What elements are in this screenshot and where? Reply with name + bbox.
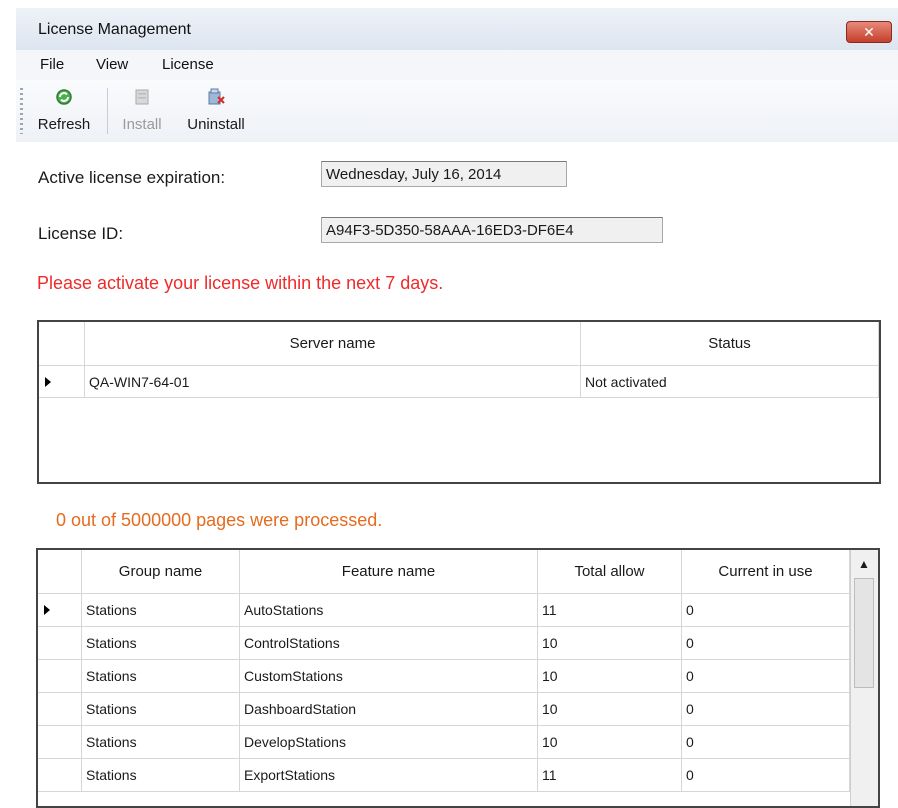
row-selector[interactable]	[38, 627, 82, 660]
group-name-column-header[interactable]: Group name	[82, 550, 240, 594]
feature-name-column-header[interactable]: Feature name	[240, 550, 538, 594]
group-name-cell[interactable]: Stations	[82, 627, 240, 660]
current-row-arrow-icon	[44, 605, 50, 615]
feature-name-cell[interactable]: DevelopStations	[240, 726, 538, 759]
expiration-field: Wednesday, July 16, 2014	[321, 161, 567, 187]
toolbar-grip[interactable]	[20, 88, 23, 134]
feature-name-cell[interactable]: CustomStations	[240, 660, 538, 693]
group-name-cell[interactable]: Stations	[82, 594, 240, 627]
status-column-header[interactable]: Status	[581, 322, 879, 366]
install-label: Install	[122, 116, 162, 133]
server-grid-corner	[39, 322, 85, 366]
group-name-cell[interactable]: Stations	[82, 660, 240, 693]
total-allow-column-header[interactable]: Total allow	[538, 550, 682, 594]
row-selector[interactable]	[38, 693, 82, 726]
window-title: License Management	[38, 21, 191, 38]
group-name-cell[interactable]: Stations	[82, 693, 240, 726]
total-allow-cell[interactable]: 11	[538, 594, 682, 627]
menu-bar: File View License	[16, 50, 898, 80]
close-button[interactable]: ✕	[846, 21, 892, 43]
menu-view[interactable]: View	[96, 56, 128, 73]
refresh-label: Refresh	[37, 116, 91, 133]
refresh-button[interactable]: Refresh	[32, 84, 96, 138]
license-management-window: License Management ✕ File View License R…	[0, 0, 898, 808]
feature-name-cell[interactable]: ControlStations	[240, 627, 538, 660]
current-in-use-cell[interactable]: 0	[682, 693, 850, 726]
current-in-use-cell[interactable]: 0	[682, 627, 850, 660]
close-icon: ✕	[863, 24, 875, 40]
current-row-arrow-icon	[45, 377, 51, 387]
current-in-use-cell[interactable]: 0	[682, 726, 850, 759]
menu-file[interactable]: File	[40, 56, 64, 73]
scroll-up-icon[interactable]: ▲	[854, 554, 874, 574]
feature-name-cell[interactable]: DashboardStation	[240, 693, 538, 726]
total-allow-cell[interactable]: 11	[538, 759, 682, 792]
group-name-cell[interactable]: Stations	[82, 726, 240, 759]
feature-name-cell[interactable]: AutoStations	[240, 594, 538, 627]
server-grid: Server name Status QA-WIN7-64-01 Not act…	[37, 320, 881, 484]
current-in-use-cell[interactable]: 0	[682, 759, 850, 792]
total-allow-cell[interactable]: 10	[538, 693, 682, 726]
activation-warning: Please activate your license within the …	[37, 273, 444, 293]
current-in-use-cell[interactable]: 0	[682, 594, 850, 627]
row-selector[interactable]	[39, 366, 85, 398]
uninstall-icon	[208, 88, 225, 105]
feature-grid-corner	[38, 550, 82, 594]
title-bar: License Management ✕	[16, 8, 898, 50]
scroll-thumb[interactable]	[854, 578, 874, 688]
toolbar-separator	[107, 88, 108, 134]
pages-processed-status: 0 out of 5000000 pages were processed.	[56, 510, 383, 530]
install-icon	[135, 89, 149, 105]
group-name-cell[interactable]: Stations	[82, 759, 240, 792]
server-status-cell[interactable]: Not activated	[581, 366, 879, 398]
total-allow-cell[interactable]: 10	[538, 726, 682, 759]
feature-grid-scrollbar[interactable]: ▲	[850, 550, 878, 806]
toolbar: Refresh Install Uninstall	[16, 80, 898, 142]
install-button[interactable]: Install	[114, 84, 170, 138]
row-selector[interactable]	[38, 660, 82, 693]
current-in-use-column-header[interactable]: Current in use	[682, 550, 850, 594]
uninstall-label: Uninstall	[187, 116, 245, 133]
expiration-label: Active license expiration:	[38, 168, 226, 187]
current-in-use-cell[interactable]: 0	[682, 660, 850, 693]
row-selector[interactable]	[38, 759, 82, 792]
feature-name-cell[interactable]: ExportStations	[240, 759, 538, 792]
license-id-label: License ID:	[38, 224, 124, 243]
license-id-field: A94F3-5D350-58AAA-16ED3-DF6E4	[321, 217, 663, 243]
server-name-cell[interactable]: QA-WIN7-64-01	[85, 366, 581, 398]
total-allow-cell[interactable]: 10	[538, 627, 682, 660]
uninstall-button[interactable]: Uninstall	[178, 84, 254, 138]
total-allow-cell[interactable]: 10	[538, 660, 682, 693]
feature-grid: Group name Feature name Total allow Curr…	[36, 548, 880, 808]
refresh-icon	[56, 89, 72, 105]
menu-license[interactable]: License	[162, 56, 214, 73]
server-name-column-header[interactable]: Server name	[85, 322, 581, 366]
row-selector[interactable]	[38, 594, 82, 627]
row-selector[interactable]	[38, 726, 82, 759]
